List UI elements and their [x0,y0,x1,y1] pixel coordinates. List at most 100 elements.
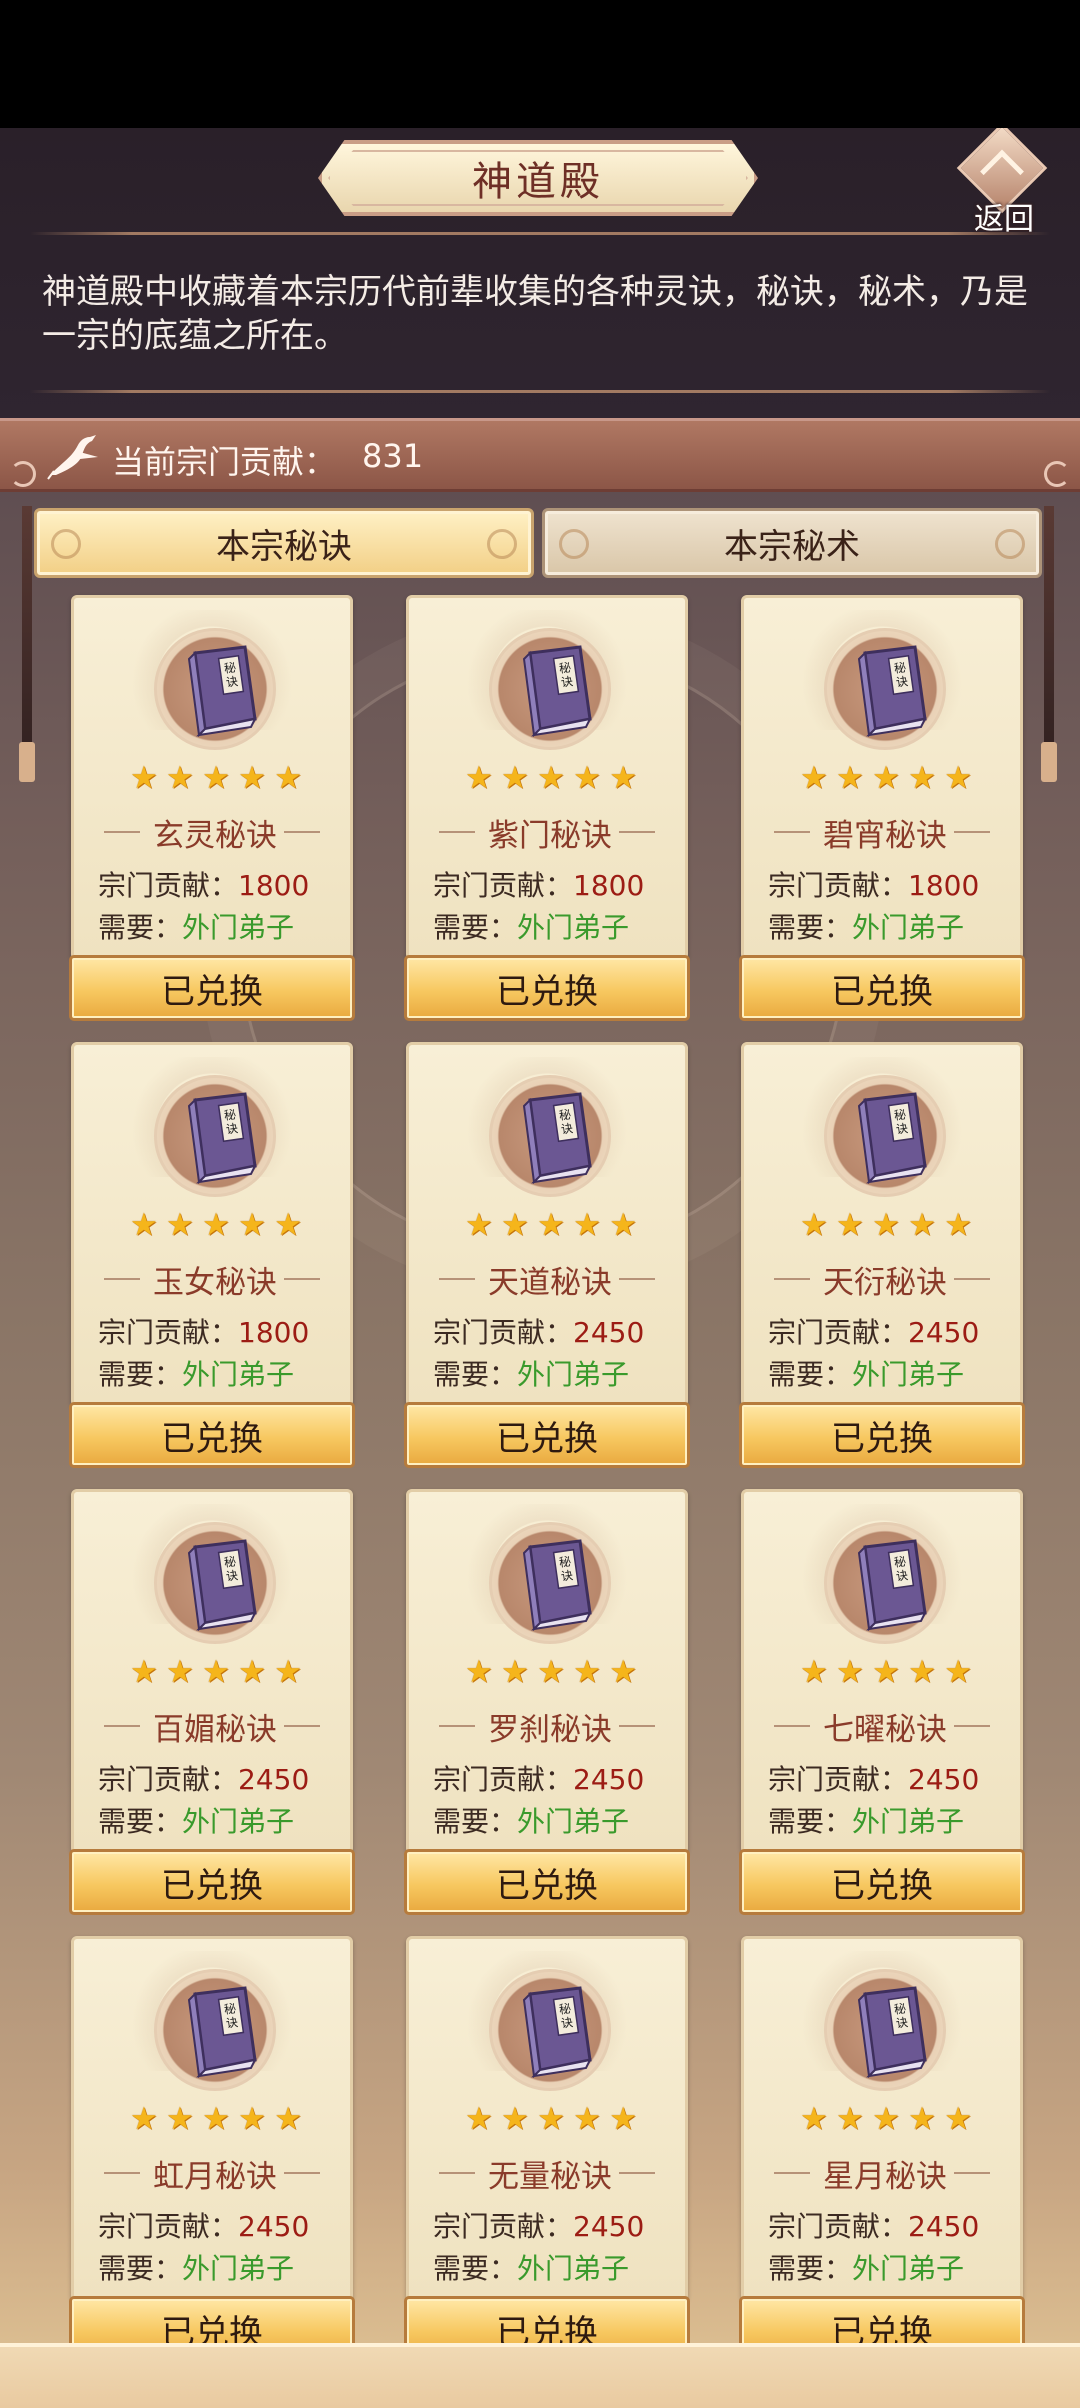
card-body: 秘诀 ★ ★ ★ ★ ★ 玉女秘诀 宗门贡献：1800 需要：外门弟子 [71,1042,353,1407]
requirement-value: 外门弟子 [852,1805,965,1838]
name-ornament [954,2172,990,2174]
star-icon: ★ [238,2101,266,2137]
star-icon: ★ [202,2101,230,2137]
item-grid: 秘诀 ★ ★ ★ ★ ★ 玄灵秘诀 宗门贡献：1800 需要：外门弟子 已兑换 秘诀 ★ ★ ★ ★ ★ 紫门秘… [0,128,1080,2408]
redeemed-button[interactable]: 已兑换 [69,955,355,1021]
star-icon: ★ [465,1207,493,1243]
redeemed-button[interactable]: 已兑换 [739,1402,1025,1468]
cost-label: 宗门贡献： [433,869,574,902]
cost-value: 2450 [238,2210,310,2243]
star-rating: ★ ★ ★ ★ ★ [800,1210,972,1241]
secret-book-icon: 秘诀 [857,645,927,737]
star-icon: ★ [573,1654,601,1690]
star-icon: ★ [836,760,864,796]
cost-row: 宗门贡献：2450 [433,1311,644,1351]
requirement-row: 需要：外门弟子 [98,906,294,946]
star-rating: ★ ★ ★ ★ ★ [465,1210,637,1241]
star-icon: ★ [573,760,601,796]
star-icon: ★ [872,1654,900,1690]
star-icon: ★ [836,2101,864,2137]
card-body: 秘诀 ★ ★ ★ ★ ★ 玄灵秘诀 宗门贡献：1800 需要：外门弟子 [71,595,353,960]
star-icon: ★ [238,1654,266,1690]
star-icon: ★ [800,1207,828,1243]
cost-label: 宗门贡献： [98,1763,239,1796]
cost-value: 2450 [908,1763,980,1796]
requirement-row: 需要：外门弟子 [433,1800,629,1840]
secret-book-icon: 秘诀 [187,1986,257,2078]
star-icon: ★ [202,1207,230,1243]
star-icon: ★ [130,760,158,796]
name-ornament [954,831,990,833]
requirement-row: 需要：外门弟子 [768,1353,964,1393]
requirement-label: 需要： [768,911,853,944]
item-card: 秘诀 ★ ★ ★ ★ ★ 天衍秘诀 宗门贡献：2450 需要：外门弟子 已兑换 [739,1042,1025,1472]
card-body: 秘诀 ★ ★ ★ ★ ★ 罗刹秘诀 宗门贡献：2450 需要：外门弟子 [406,1489,688,1854]
item-card: 秘诀 ★ ★ ★ ★ ★ 星月秘诀 宗门贡献：2450 需要：外门弟子 已兑换 [739,1936,1025,2366]
star-icon: ★ [501,760,529,796]
cost-value: 2450 [908,1316,980,1349]
item-card: 秘诀 ★ ★ ★ ★ ★ 百媚秘诀 宗门贡献：2450 需要：外门弟子 已兑换 [69,1489,355,1919]
star-icon: ★ [800,1654,828,1690]
card-body: 秘诀 ★ ★ ★ ★ ★ 碧宵秘诀 宗门贡献：1800 需要：外门弟子 [741,595,1023,960]
requirement-value: 外门弟子 [182,2252,295,2285]
star-icon: ★ [537,760,565,796]
star-icon: ★ [130,1654,158,1690]
item-medallion: 秘诀 [154,628,276,750]
cost-value: 2450 [573,1763,645,1796]
requirement-row: 需要：外门弟子 [768,2247,964,2287]
star-icon: ★ [609,2101,637,2137]
redeemed-button[interactable]: 已兑换 [404,955,690,1021]
requirement-value: 外门弟子 [852,911,965,944]
requirement-value: 外门弟子 [517,911,630,944]
star-rating: ★ ★ ★ ★ ★ [465,2104,637,2135]
redeemed-button[interactable]: 已兑换 [69,1849,355,1915]
cost-label: 宗门贡献： [768,2210,909,2243]
star-icon: ★ [465,1654,493,1690]
redeemed-button[interactable]: 已兑换 [739,1849,1025,1915]
cost-label: 宗门贡献： [433,1763,574,1796]
cost-row: 宗门贡献：2450 [768,2205,979,2245]
item-card: 秘诀 ★ ★ ★ ★ ★ 无量秘诀 宗门贡献：2450 需要：外门弟子 已兑换 [404,1936,690,2366]
star-icon: ★ [872,760,900,796]
star-icon: ★ [501,1207,529,1243]
name-ornament [619,1725,655,1727]
star-icon: ★ [238,760,266,796]
star-icon: ★ [609,760,637,796]
cost-row: 宗门贡献：1800 [98,864,309,904]
cost-value: 1800 [238,1316,310,1349]
requirement-row: 需要：外门弟子 [98,2247,294,2287]
star-icon: ★ [573,1207,601,1243]
star-rating: ★ ★ ★ ★ ★ [800,2104,972,2135]
requirement-label: 需要： [433,911,518,944]
name-ornament [619,2172,655,2174]
cost-row: 宗门贡献：2450 [98,2205,309,2245]
requirement-row: 需要：外门弟子 [433,2247,629,2287]
item-card: 秘诀 ★ ★ ★ ★ ★ 罗刹秘诀 宗门贡献：2450 需要：外门弟子 已兑换 [404,1489,690,1919]
star-icon: ★ [800,2101,828,2137]
secret-book-icon: 秘诀 [522,645,592,737]
name-ornament [284,1278,320,1280]
cost-label: 宗门贡献： [98,1316,239,1349]
requirement-row: 需要：外门弟子 [98,1800,294,1840]
star-icon: ★ [908,760,936,796]
star-icon: ★ [274,1654,302,1690]
redeemed-button[interactable]: 已兑换 [739,955,1025,1021]
star-icon: ★ [274,1207,302,1243]
star-icon: ★ [274,2101,302,2137]
star-icon: ★ [836,1654,864,1690]
star-icon: ★ [872,2101,900,2137]
star-icon: ★ [238,1207,266,1243]
star-icon: ★ [872,1207,900,1243]
star-icon: ★ [202,760,230,796]
card-body: 秘诀 ★ ★ ★ ★ ★ 天道秘诀 宗门贡献：2450 需要：外门弟子 [406,1042,688,1407]
star-rating: ★ ★ ★ ★ ★ [130,1657,302,1688]
redeemed-button[interactable]: 已兑换 [404,1849,690,1915]
name-ornament [954,1278,990,1280]
star-icon: ★ [166,1654,194,1690]
cost-row: 宗门贡献：2450 [433,1758,644,1798]
star-icon: ★ [908,1207,936,1243]
redeemed-button[interactable]: 已兑换 [69,1402,355,1468]
cost-value: 2450 [573,2210,645,2243]
name-ornament [284,2172,320,2174]
redeemed-button[interactable]: 已兑换 [404,1402,690,1468]
